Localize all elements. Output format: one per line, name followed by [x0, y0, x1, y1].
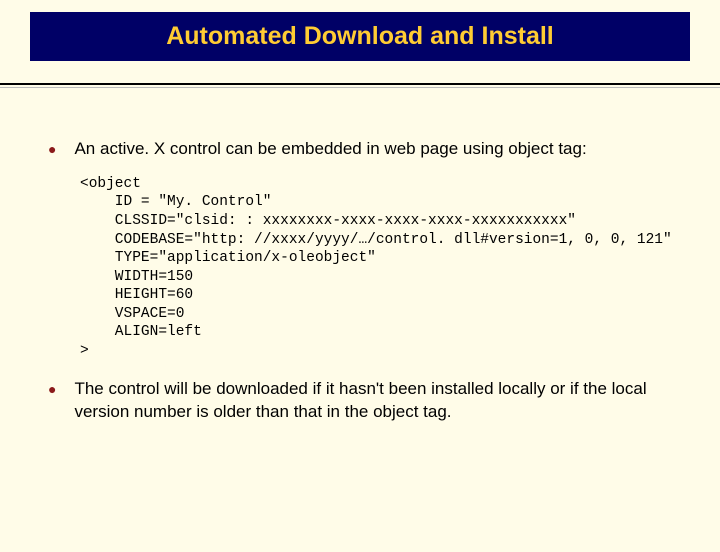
bullet-item-1: ● An active. X control can be embedded i… — [48, 138, 672, 161]
bullet-item-2: ● The control will be downloaded if it h… — [48, 378, 672, 424]
bullet-marker-icon: ● — [48, 141, 56, 157]
content-area: ● An active. X control can be embedded i… — [0, 88, 720, 424]
bullet-text-2: The control will be downloaded if it has… — [74, 378, 672, 424]
divider-dark — [0, 83, 720, 85]
bullet-marker-icon: ● — [48, 381, 56, 397]
slide-title: Automated Download and Install — [166, 22, 554, 50]
title-bar: Automated Download and Install — [30, 12, 690, 61]
bullet-text-1: An active. X control can be embedded in … — [74, 138, 586, 161]
code-block: <object ID = "My. Control" CLSSID="clsid… — [80, 175, 672, 360]
